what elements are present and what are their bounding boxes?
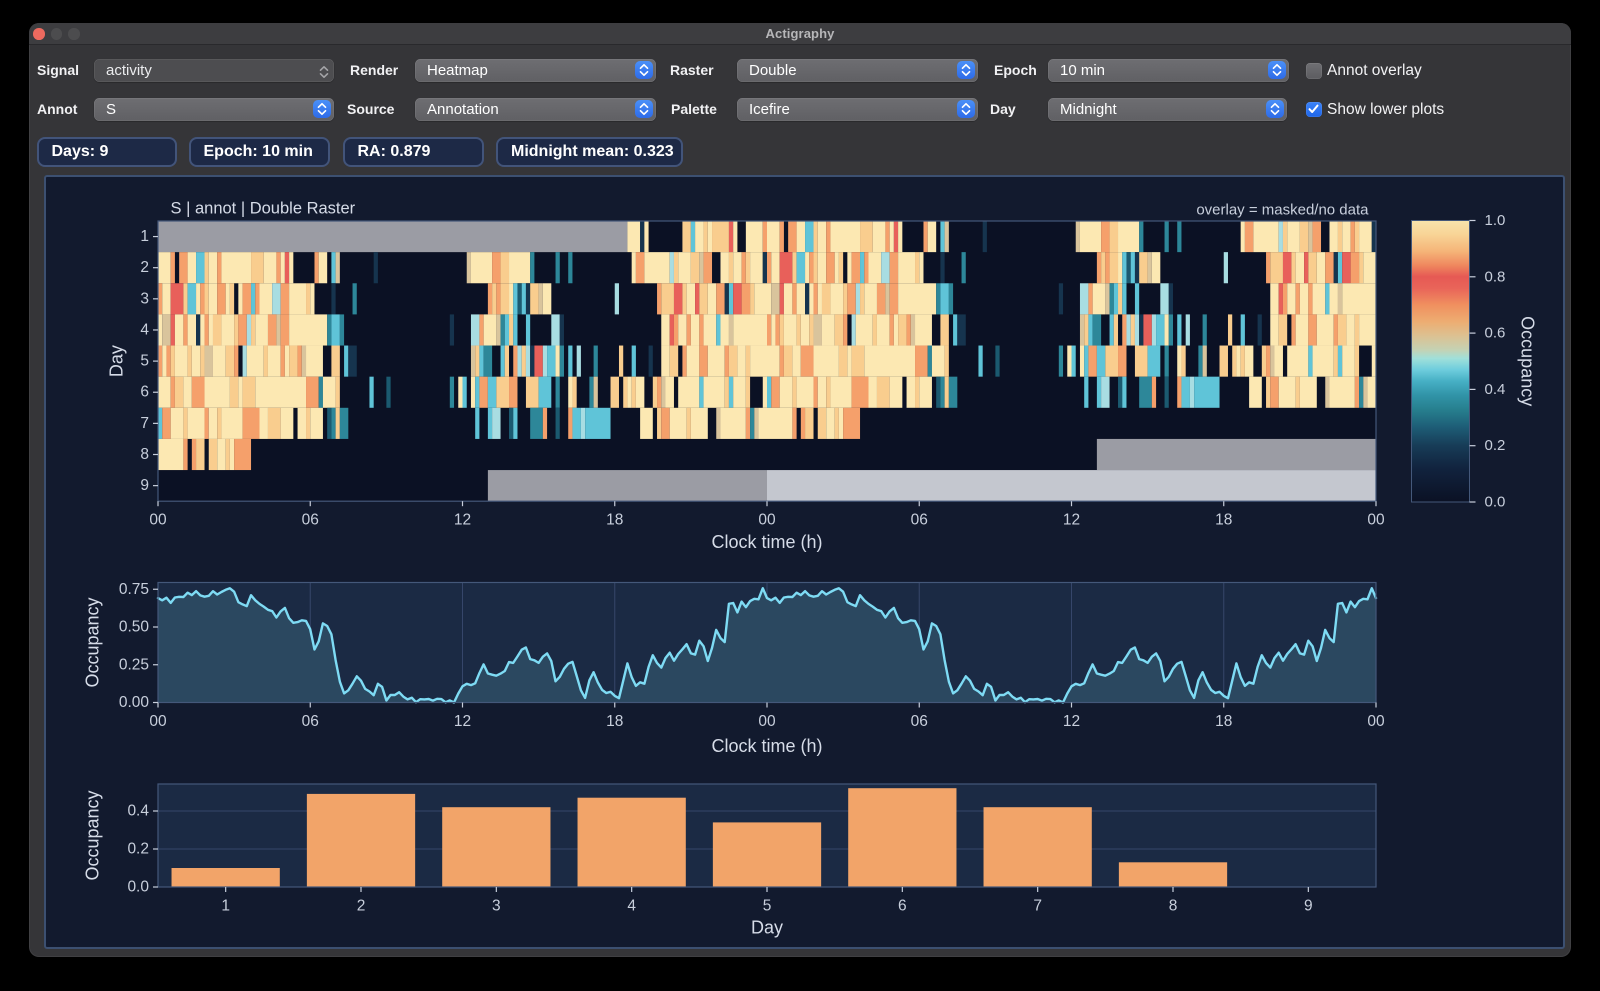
svg-text:Occupancy: Occupancy: [82, 790, 102, 880]
svg-text:4: 4: [627, 898, 636, 915]
svg-text:0.0: 0.0: [127, 879, 149, 896]
svg-text:8: 8: [140, 446, 149, 463]
svg-text:12: 12: [453, 512, 470, 529]
svg-text:06: 06: [301, 713, 318, 730]
svg-text:00: 00: [149, 512, 167, 529]
svg-text:12: 12: [1062, 512, 1079, 529]
svg-text:12: 12: [1062, 713, 1079, 730]
svg-text:6: 6: [140, 384, 149, 401]
svg-text:00: 00: [758, 512, 776, 529]
svg-text:00: 00: [149, 713, 167, 730]
svg-text:18: 18: [606, 713, 623, 730]
svg-text:0.00: 0.00: [118, 694, 149, 711]
svg-text:overlay = masked/no data: overlay = masked/no data: [1196, 202, 1369, 219]
svg-text:7: 7: [140, 415, 149, 432]
svg-text:5: 5: [762, 898, 771, 915]
svg-text:3: 3: [492, 898, 501, 915]
svg-text:S | annot | Double Raster: S | annot | Double Raster: [170, 200, 355, 218]
svg-text:6: 6: [898, 898, 907, 915]
svg-text:18: 18: [606, 512, 623, 529]
svg-text:4: 4: [140, 321, 149, 338]
svg-text:0.50: 0.50: [118, 619, 149, 636]
svg-text:0.2: 0.2: [1484, 437, 1505, 454]
svg-text:1: 1: [140, 228, 149, 245]
svg-text:18: 18: [1215, 713, 1232, 730]
svg-text:00: 00: [1367, 512, 1385, 529]
svg-text:0.4: 0.4: [127, 803, 149, 820]
svg-text:0.0: 0.0: [1484, 494, 1505, 511]
svg-text:06: 06: [301, 512, 318, 529]
svg-text:00: 00: [1367, 713, 1385, 730]
svg-text:Clock time (h): Clock time (h): [711, 532, 822, 552]
svg-text:9: 9: [1304, 898, 1313, 915]
svg-text:0.2: 0.2: [127, 841, 149, 858]
svg-text:5: 5: [140, 353, 149, 370]
svg-text:00: 00: [758, 713, 776, 730]
svg-text:Occupancy: Occupancy: [1517, 316, 1537, 406]
svg-text:06: 06: [910, 713, 927, 730]
svg-text:1.0: 1.0: [1484, 212, 1505, 229]
svg-text:1: 1: [221, 898, 230, 915]
svg-text:Day: Day: [750, 918, 782, 938]
svg-text:0.4: 0.4: [1484, 381, 1505, 398]
svg-text:0.6: 0.6: [1484, 325, 1505, 342]
svg-text:0.75: 0.75: [118, 581, 148, 598]
svg-text:2: 2: [356, 898, 365, 915]
svg-text:0.8: 0.8: [1484, 268, 1505, 285]
svg-text:0.25: 0.25: [118, 656, 148, 673]
svg-text:2: 2: [140, 259, 149, 276]
svg-text:9: 9: [140, 477, 149, 494]
svg-text:12: 12: [453, 713, 470, 730]
svg-text:7: 7: [1033, 898, 1042, 915]
svg-text:06: 06: [910, 512, 927, 529]
svg-text:Clock time (h): Clock time (h): [711, 736, 822, 756]
svg-text:Occupancy: Occupancy: [82, 597, 102, 687]
svg-text:18: 18: [1215, 512, 1232, 529]
svg-text:3: 3: [140, 290, 149, 307]
svg-text:8: 8: [1168, 898, 1177, 915]
svg-text:Day: Day: [106, 345, 126, 377]
